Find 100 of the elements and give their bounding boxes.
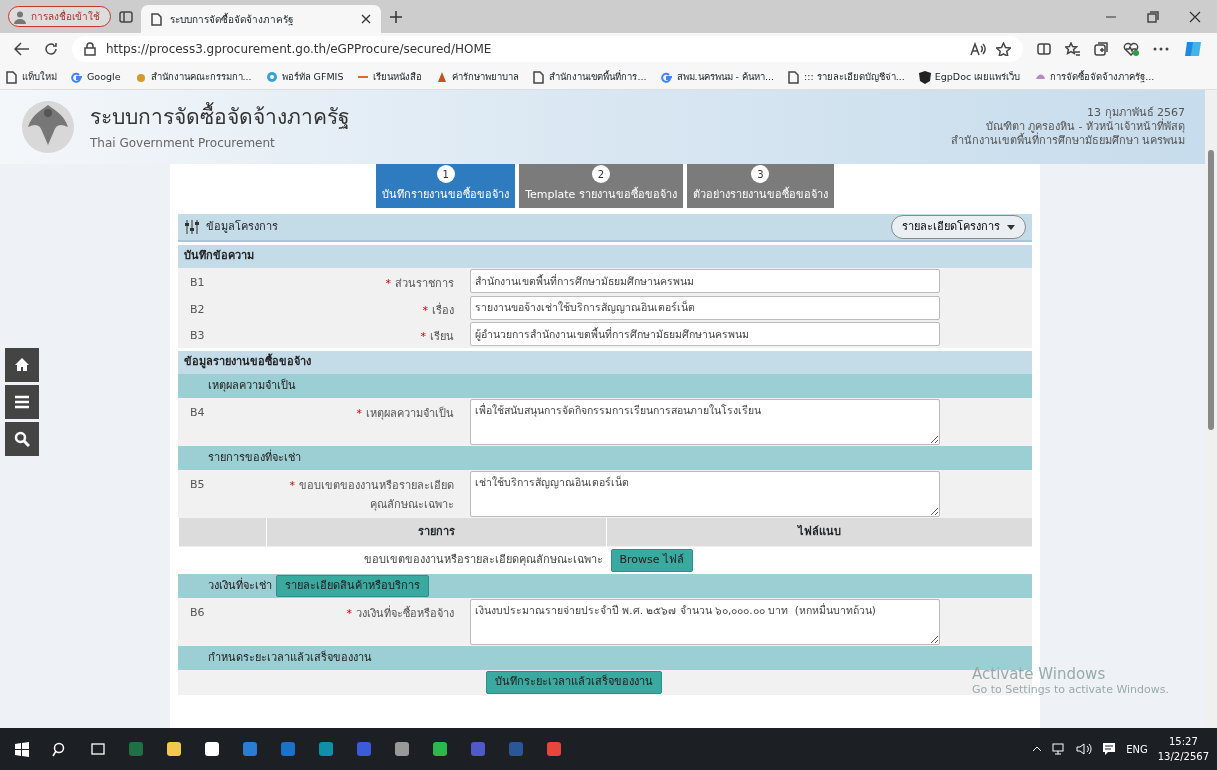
notification-icon[interactable] (1102, 742, 1117, 756)
required-mark: * (356, 406, 362, 423)
text-field[interactable]: สำนักงานเขตพื้นที่การศึกษามัธยมศึกษานครพนม (470, 269, 940, 293)
bookmark-link[interactable]: สำนักงานคณะกรรมกา... (150, 69, 252, 85)
caret-icon (1007, 224, 1015, 230)
required-mark: * (422, 302, 428, 319)
more-icon[interactable] (1153, 47, 1169, 51)
side-nav-button[interactable] (5, 385, 39, 419)
panel-title: ข้อมูลโครงการ (206, 218, 278, 235)
browser-tab[interactable]: ระบบการจัดซื้อจัดจ้างภาครัฐ (141, 5, 381, 33)
subsection-title: รายการของที่จะเช่า (208, 449, 301, 466)
required-mark: * (420, 329, 426, 346)
text-field[interactable]: รายงานขอจ้างเช่าใช้บริการสัญญาณอินเตอร์เน็ต (470, 295, 940, 320)
clock-date[interactable]: 13/2/2567 (1157, 749, 1209, 764)
heart-pulse-icon[interactable] (1123, 42, 1139, 56)
text-area[interactable]: เช่าใช้บริการสัญญาณอินเตอร์เน็ต (470, 471, 940, 518)
date-text: 13 กุมภาพันธ์ 2567 (1087, 106, 1185, 120)
bookmark-link[interactable]: ค่ารักษาพยาบาล (452, 69, 520, 85)
split-screen-icon[interactable] (1037, 42, 1051, 56)
field-code: B5 (189, 477, 206, 494)
field-label: เรียน (430, 329, 454, 346)
side-nav-button[interactable] (5, 348, 39, 382)
field-label: ส่วนราชการ (395, 276, 454, 292)
new-tab-icon[interactable] (389, 9, 403, 24)
step-tab[interactable]: 1 บันทึกรายงานขอซื้อขอจ้าง (376, 164, 516, 208)
close-icon[interactable] (1189, 10, 1201, 23)
page-icon (151, 12, 162, 26)
field-label: ขอบเขตของงานหรือรายละเอียด (299, 478, 454, 495)
column-header: รายการ (266, 518, 607, 547)
refresh-icon[interactable] (44, 42, 58, 56)
column-header: ไฟล์แนบ (606, 518, 1032, 547)
copilot-icon[interactable] (1183, 39, 1203, 59)
collections-icon[interactable] (1094, 42, 1109, 56)
home-icon (14, 357, 30, 373)
favorites-icon[interactable] (1065, 42, 1080, 56)
field-code: B3 (189, 328, 206, 345)
site-subtitle: Thai Government Procurement (90, 134, 276, 152)
required-mark: * (289, 478, 295, 495)
app-icon[interactable] (356, 741, 372, 757)
task-view-icon[interactable] (90, 741, 106, 757)
page-icon (533, 70, 546, 84)
step-tab[interactable]: 3 ตัวอย่างรายงานขอซื้อขอจ้าง (686, 164, 834, 208)
bookmark-link[interactable]: Google (87, 69, 121, 85)
text-field[interactable]: ผู้อำนวยการสำนักงานเขตพื้นที่การศึกษามัธยมศึกษานครพนม (470, 322, 940, 347)
read-aloud-icon[interactable] (970, 42, 986, 56)
sliders-icon (184, 220, 200, 234)
user-name: บัณฑิตา ภูครองหิน - หัวหน้าเจ้าหน้าที่พัสดุ (985, 120, 1185, 134)
search-icon (14, 431, 30, 447)
field-label: วงเงินที่จะซื้อหรือจ้าง (356, 605, 454, 623)
shield-icon (918, 70, 931, 84)
globe-icon (265, 70, 278, 84)
close-icon[interactable] (361, 14, 371, 24)
bookmark-link[interactable]: ::: รายละเอียดบัญชีจ่า... (804, 69, 905, 85)
project-details-dropdown[interactable]: รายละเอียดโครงการ (890, 214, 1026, 240)
bookmark-link[interactable]: เรียนหนังสือ (373, 69, 423, 85)
person-icon (13, 9, 27, 24)
side-nav-button[interactable] (5, 422, 39, 456)
speaker-icon[interactable] (1076, 743, 1093, 755)
activation-title: Activate Windows (972, 665, 1107, 683)
activation-text: Go to Settings to activate Windows. (972, 683, 1170, 697)
save-duration-button[interactable]: บันทึกระยะเวลาแล้วเสร็จของงาน (486, 671, 662, 694)
subsection-title: วงเงินที่จะเช่า (208, 577, 272, 594)
back-icon[interactable] (14, 42, 30, 56)
section-heading: บันทึกข้อความ (178, 245, 1032, 268)
app-icon[interactable] (470, 741, 486, 757)
google-icon (71, 70, 83, 84)
text-area[interactable]: เงินงบประมาณรายจ่ายประจำปี พ.ศ. ๒๕๖๗ จำนวน ๖๐,๐๐๐.๐๐ บาท (หกหมื่นบาทถ้วน) (470, 599, 940, 646)
field-code: B6 (189, 605, 206, 622)
field-code: B4 (189, 405, 206, 422)
step-tab[interactable]: 2 Template รายงานขอซื้อขอจ้าง (519, 164, 683, 208)
subsection-title: เหตุผลความจำเป็น (208, 377, 296, 394)
language-indicator[interactable]: ENG (1126, 741, 1148, 757)
organization-name: สำนักงานเขตพื้นที่การศึกษามัธยมศึกษา นครพนม (950, 133, 1185, 148)
bookmark-link[interactable]: EgpDoc เผยแพร่เว็บ (934, 69, 1021, 85)
network-icon[interactable] (1052, 743, 1067, 755)
app-icon[interactable] (394, 741, 410, 757)
field-code: B2 (189, 301, 206, 318)
page-icon (788, 70, 801, 84)
profile-button[interactable]: การลงชื่อเข้าใช้ (8, 6, 111, 27)
text-area[interactable]: เพื่อใช้สนับสนุนการจัดกิจกรรมการเรียนการสอนภายในโรงเรียน (470, 399, 940, 446)
field-label: เหตุผลความจำเป็น (366, 405, 454, 423)
tab-actions-icon[interactable] (119, 10, 133, 23)
scrollbar[interactable] (1205, 90, 1217, 728)
browse-file-button[interactable]: Browse ไฟล์ (610, 549, 694, 572)
bookmark-link[interactable]: สพม.นครพนม - ค้นหา... (676, 69, 775, 85)
bookmark-link[interactable]: แท็บใหม่ (22, 69, 57, 85)
chevron-up-icon[interactable] (1032, 746, 1043, 752)
field-label: คุณลักษณะเฉพาะ (369, 496, 454, 513)
star-icon[interactable] (996, 42, 1011, 56)
bookmark-link[interactable]: สำนักงานเขตพื้นที่การ... (549, 69, 647, 85)
subsection-title: กำหนดระยะเวลาแล้วเสร็จของงาน (208, 649, 372, 666)
required-mark: * (346, 606, 352, 623)
restore-icon[interactable] (1147, 10, 1159, 23)
windows-logo-icon[interactable] (14, 741, 30, 757)
lock-icon (84, 42, 96, 56)
menu-icon (14, 394, 30, 410)
details-button[interactable]: รายละเอียดสินค้าหรือบริการ (276, 574, 429, 598)
clock-time[interactable]: 15:27 (1157, 734, 1209, 749)
bookmark-link[interactable]: พอร์ทัล GFMIS (281, 69, 344, 85)
bookmark-link[interactable]: การจัดซื้อจัดจ้างภาครัฐ... (1050, 69, 1155, 85)
